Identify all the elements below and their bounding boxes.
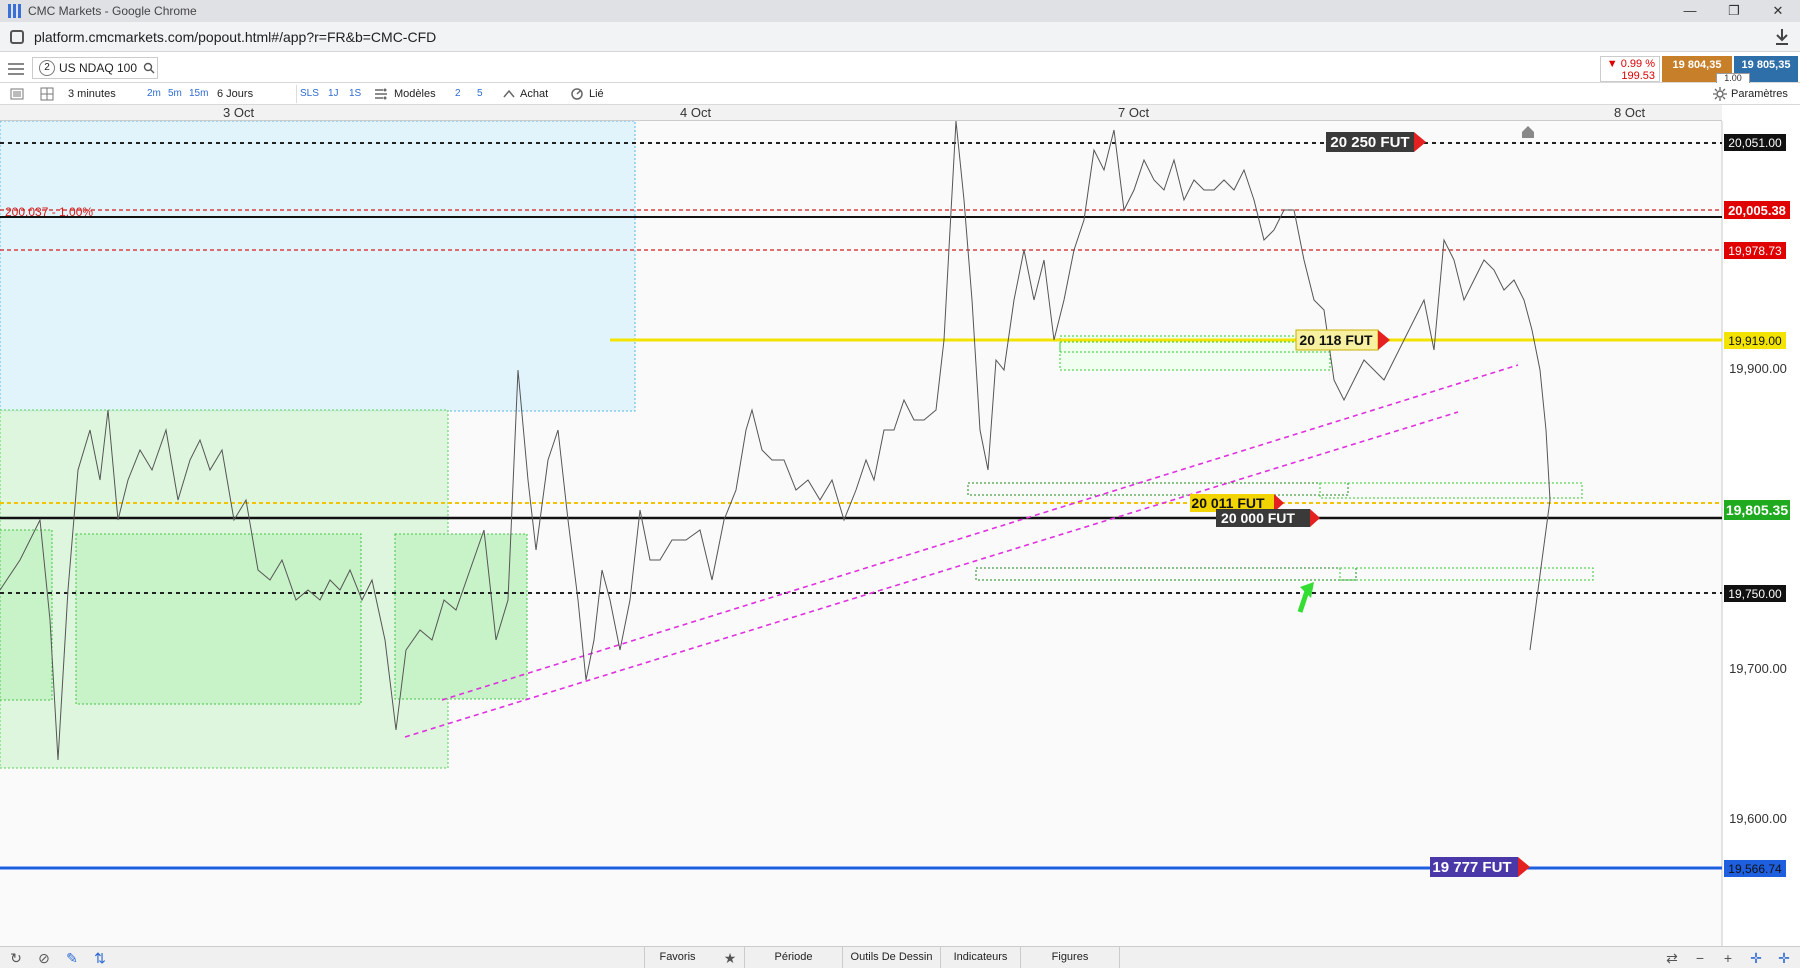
price-tag: 20,005.38 [1728,203,1786,218]
axis-tick: 19,600.00 [1729,811,1787,826]
fut-20250-label: 20 250 FUT [1330,134,1409,151]
change-points: 199.53 [1621,70,1655,82]
instrument-number: 2 [39,60,55,76]
crosshair-icon[interactable]: ✛ [1748,950,1764,966]
shuffle-icon[interactable]: ⇄ [1664,950,1680,966]
bottom-toolbar: ↻ ⊘ ✎ ⇅ Favoris ★ Période Outils De Dess… [0,946,1800,968]
search-icon[interactable] [143,62,155,74]
link-icon[interactable] [570,87,584,101]
block-icon[interactable]: ⊘ [36,950,52,966]
fut-20118-label: 20 118 FUT [1299,332,1373,348]
date-label: 8 Oct [1614,105,1646,120]
url-field[interactable]: platform.cmcmarkets.com/popout.html#/app… [34,29,436,45]
instrument-selector[interactable]: 2 US NDAQ 100 [32,57,158,79]
price-chart[interactable]: 20 250 FUT 20 118 FUT 20 011 FUT 20 000 … [0,121,1800,947]
range-1s-button[interactable]: 1S [349,87,361,101]
fut-19777-label: 19 777 FUT [1432,859,1511,876]
list-icon[interactable] [10,87,24,101]
current-price-tag: 19,805.35 [1726,502,1788,518]
app-icon [8,4,22,18]
price-tag: 19,750.00 [1728,587,1782,601]
preset-5-button[interactable]: 5 [477,87,483,101]
fut-20011-label: 20 011 FUT [1191,495,1265,511]
price-tag: 19,919.00 [1728,334,1782,348]
settings-button[interactable]: Paramètres [1731,87,1788,101]
price-change: ▼ 0.99 % 199.53 [1600,56,1660,82]
drawing-tools-tab[interactable]: Outils De Dessin [842,947,940,968]
range-1j-button[interactable]: 1J [328,87,339,101]
site-info-icon[interactable] [10,29,24,44]
percent-line-label: 200.037 - 1.00% [5,205,93,219]
zoom-in-icon[interactable]: + [1720,950,1736,966]
axis-tick: 19,700.00 [1729,661,1787,676]
date-axis: 3 Oct 4 Oct 7 Oct 8 Oct [0,105,1722,121]
templates-button[interactable]: Modèles [394,87,436,101]
address-bar: platform.cmcmarkets.com/popout.html#/app… [0,22,1800,52]
star-icon[interactable]: ★ [722,950,738,966]
timeframe-select[interactable]: 3 minutes [68,87,116,101]
refresh-icon[interactable]: ↻ [8,950,24,966]
price-tag: 19,978.73 [1728,244,1782,258]
close-icon[interactable]: ✕ [1756,0,1800,22]
buy-mode-button[interactable]: Achat [520,87,548,101]
minimize-icon[interactable]: — [1668,0,1712,22]
figures-tab[interactable]: Figures [1020,947,1120,968]
tf-2m-button[interactable]: 2m [147,87,161,101]
change-percent: ▼ 0.99 % [1606,58,1655,70]
axis-tick: 19,900.00 [1729,361,1787,376]
periode-tab[interactable]: Période [744,947,842,968]
tf-15m-button[interactable]: 15m [189,87,208,101]
download-icon[interactable] [1774,28,1790,46]
fit-icon[interactable]: ✛ [1776,950,1792,966]
range-select[interactable]: 6 Jours [217,87,253,101]
move-icon[interactable]: ⇅ [92,950,108,966]
window-controls: — ❐ ✕ [1668,0,1800,22]
tf-5m-button[interactable]: 5m [168,87,182,101]
gear-icon[interactable] [1713,87,1727,101]
title-bar: CMC Markets - Google Chrome — ❐ ✕ [0,0,1800,22]
templates-icon[interactable] [374,87,388,101]
buy-mode-icon[interactable] [502,87,516,101]
menu-icon[interactable] [8,60,24,76]
sls-button[interactable]: SLS [300,87,319,101]
restore-icon[interactable]: ❐ [1712,0,1756,22]
favoris-tab[interactable]: Favoris [644,947,710,968]
window-title: CMC Markets - Google Chrome [28,4,197,18]
layout-icon[interactable] [40,87,54,101]
preset-2-button[interactable]: 2 [455,87,461,101]
date-label: 7 Oct [1118,105,1150,120]
instrument-toolbar: 2 US NDAQ 100 ▼ 0.99 % 199.53 19 804,35 … [0,53,1800,84]
chart-toolbar: 3 minutes 2m 5m 15m 6 Jours SLS 1J 1S Mo… [0,83,1800,105]
link-button[interactable]: Lié [589,87,604,101]
instrument-name: US NDAQ 100 [59,61,138,75]
date-label: 3 Oct [223,105,255,120]
pen-icon[interactable]: ✎ [64,950,80,966]
price-tag: 19,566.74 [1728,862,1782,876]
fut-20000-label: 20 000 FUT [1221,510,1295,526]
zoom-out-icon[interactable]: − [1692,950,1708,966]
price-tag: 20,051.00 [1728,136,1782,150]
indicators-tab[interactable]: Indicateurs [940,947,1020,968]
date-label: 4 Oct [680,105,712,120]
